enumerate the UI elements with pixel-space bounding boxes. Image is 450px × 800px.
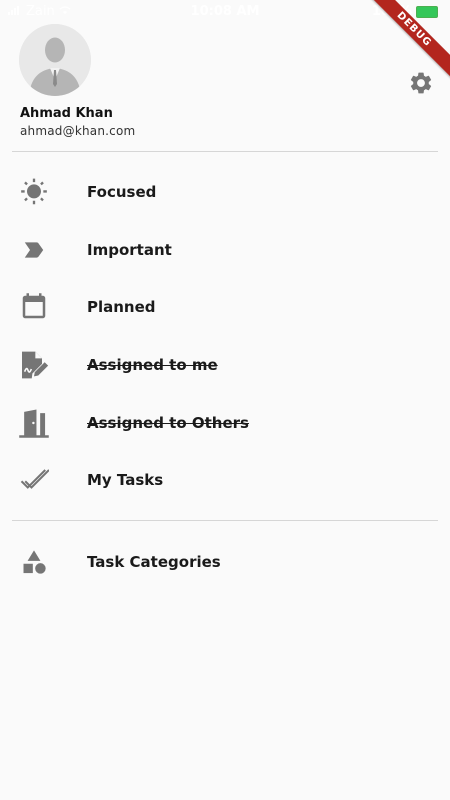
- gear-icon: [410, 72, 432, 94]
- user-name: Ahmad Khan: [20, 106, 113, 121]
- menu-label-task-categories: Task Categories: [87, 553, 221, 571]
- menu-label-assigned-to-me: Assigned to me: [87, 356, 218, 374]
- menu-label-focused: Focused: [87, 183, 157, 201]
- avatar[interactable]: [19, 24, 91, 96]
- menu-item-important[interactable]: Important: [0, 222, 450, 278]
- profile-header: [19, 24, 91, 96]
- door-exit-icon: [18, 407, 50, 439]
- label-important-icon: [18, 234, 50, 266]
- sun-icon: [18, 176, 50, 208]
- status-right: 100%: [372, 4, 438, 19]
- user-email: ahmad@khan.com: [20, 124, 136, 138]
- menu-label-my-tasks: My Tasks: [87, 471, 164, 489]
- menu-label-planned: Planned: [87, 298, 156, 316]
- menu-divider: [12, 520, 438, 521]
- menu-item-assigned-to-others[interactable]: Assigned to Others: [0, 395, 450, 451]
- menu-label-important: Important: [87, 241, 172, 259]
- status-bar: Zain 10:08 AM 100%: [0, 0, 450, 24]
- settings-button[interactable]: [408, 70, 434, 96]
- calendar-icon: [18, 291, 50, 323]
- header-divider: [12, 151, 438, 152]
- menu-item-task-categories[interactable]: Task Categories: [0, 534, 450, 590]
- menu-item-my-tasks[interactable]: My Tasks: [0, 452, 450, 508]
- battery-percent: 100%: [371, 4, 412, 19]
- person-silhouette-icon: [19, 24, 91, 96]
- menu-label-assigned-to-others: Assigned to Others: [87, 414, 249, 432]
- menu-item-planned[interactable]: Planned: [0, 279, 450, 335]
- navigation-drawer: Zain 10:08 AM 100% DEBUG Ahmad Khan ahma…: [0, 0, 450, 800]
- menu-item-focused[interactable]: Focused: [0, 164, 450, 220]
- category-shapes-icon: [18, 546, 50, 578]
- assignment-edit-icon: [18, 349, 50, 381]
- battery-icon: [416, 5, 438, 18]
- menu-item-assigned-to-me[interactable]: Assigned to me: [0, 337, 450, 393]
- double-check-icon: [18, 464, 50, 496]
